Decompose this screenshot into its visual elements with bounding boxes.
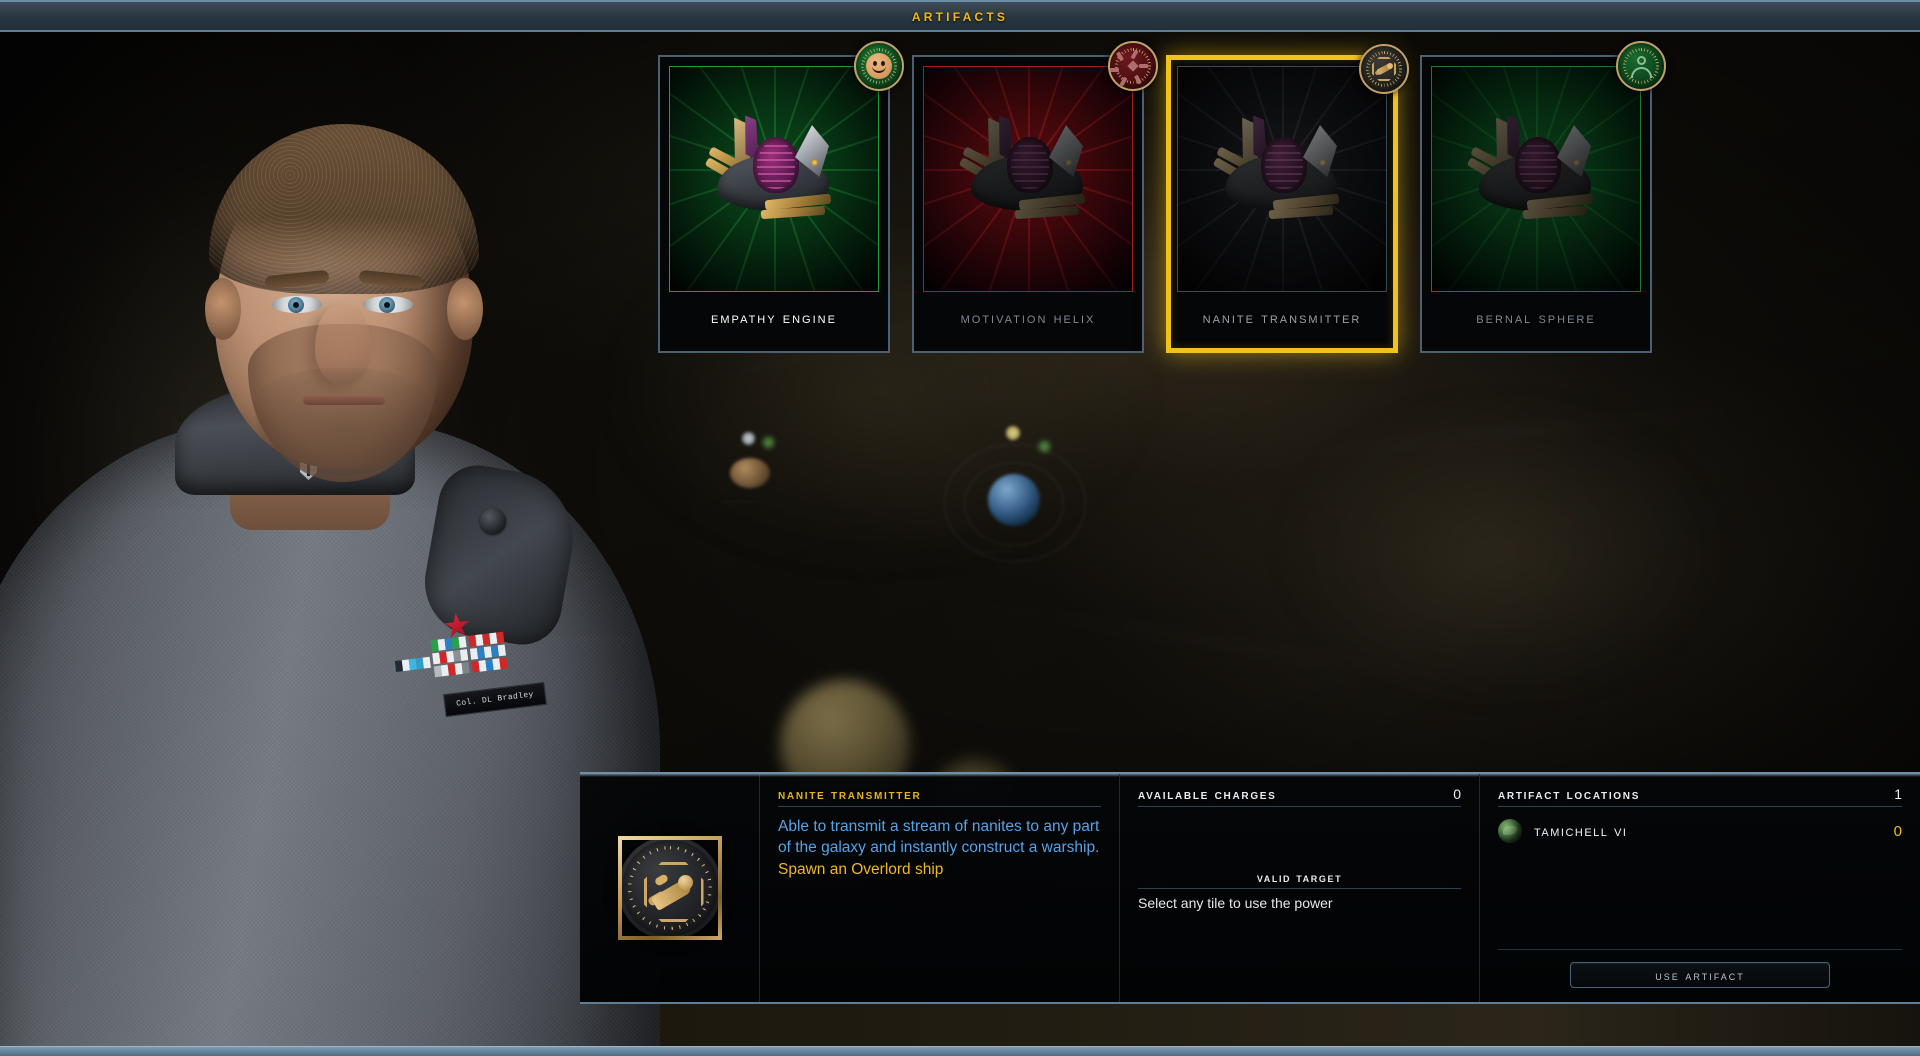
artifact-card-label: Bernal Sphere xyxy=(1476,309,1596,327)
valid-target-text: Select any tile to use the power xyxy=(1138,895,1333,911)
hair-texture xyxy=(209,124,479,294)
artifact-card-art xyxy=(1431,66,1641,292)
eye-left xyxy=(272,296,322,313)
list-item[interactable]: Tamichell VI 0 xyxy=(1498,816,1902,846)
planet-icon xyxy=(1498,819,1522,843)
artifact-card-list: Empathy Engine xyxy=(658,41,1666,353)
available-charges-pane: Available Charges 0 Valid Target Select … xyxy=(1120,774,1480,1002)
artifact-relic-icon xyxy=(953,115,1103,225)
artifact-locations-pane: Artifact Locations 1 Tamichell VI 0 Use … xyxy=(1480,774,1920,1002)
artifact-locations-header: Artifact Locations 1 xyxy=(1498,786,1902,807)
window-title-bar: Artifacts xyxy=(0,0,1920,32)
head xyxy=(193,124,493,488)
mouth xyxy=(303,396,385,405)
rocket-octagon-icon xyxy=(1359,44,1409,94)
charges-empty-area xyxy=(1138,807,1461,871)
eye-right xyxy=(363,296,413,313)
location-name: Tamichell VI xyxy=(1534,822,1628,840)
rocket-octagon-medallion-icon xyxy=(617,836,722,940)
artifact-description-body: Able to transmit a stream of nanites to … xyxy=(778,807,1101,880)
artifact-card-label: Empathy Engine xyxy=(711,309,837,327)
artifact-effect-text: Spawn an Overlord ship xyxy=(778,861,944,878)
helix-glyph xyxy=(1110,49,1148,87)
artifact-locations-list: Tamichell VI 0 xyxy=(1498,807,1902,846)
medallion-rocket-nose xyxy=(677,875,693,890)
shoulder-button xyxy=(480,508,506,534)
stubble xyxy=(255,368,431,476)
iris-right xyxy=(379,297,395,313)
smiley-face-icon xyxy=(854,41,904,91)
artifact-detail-title: Nanite Transmitter xyxy=(778,786,922,802)
artifact-card-art xyxy=(1177,66,1387,292)
artifact-detail-panel: Nanite Transmitter Able to transmit a st… xyxy=(580,772,1920,1004)
location-value: 0 xyxy=(1893,822,1902,840)
use-artifact-button-wrapper: Use Artifact xyxy=(1498,949,1902,988)
nameplate-text: Col. DL Bradley xyxy=(455,690,535,709)
game-screen: ········· ········· xyxy=(0,0,1920,1056)
artifact-card-empathy-engine[interactable]: Empathy Engine xyxy=(658,41,904,353)
use-artifact-button-label: Use Artifact xyxy=(1655,967,1745,983)
available-charges-header: Available Charges 0 xyxy=(1138,786,1461,807)
artifact-card-label: Nanite Transmitter xyxy=(1202,309,1362,327)
artifact-relic-icon xyxy=(1207,115,1357,225)
hair xyxy=(209,124,479,294)
artifact-detail-icon-pane xyxy=(580,774,760,1002)
rocket-glyph xyxy=(1371,56,1397,82)
artifact-description-text: Able to transmit a stream of nanites to … xyxy=(778,818,1100,856)
artifact-description-pane: Nanite Transmitter Able to transmit a st… xyxy=(760,774,1120,1002)
artifact-locations-count: 1 xyxy=(1894,786,1902,802)
ear-right xyxy=(447,278,483,340)
person-glyph xyxy=(1628,53,1654,79)
artifact-locations-title: Artifact Locations xyxy=(1498,786,1641,802)
artifact-relic-icon xyxy=(699,115,849,225)
smiley-glyph xyxy=(866,53,892,79)
artifact-card-motivation-helix[interactable]: Motivation Helix xyxy=(912,41,1158,353)
iris-left xyxy=(288,297,304,313)
artifact-card-label: Motivation Helix xyxy=(960,309,1096,327)
person-icon xyxy=(1616,41,1666,91)
available-charges-title: Available Charges xyxy=(1138,786,1277,802)
artifact-card-art xyxy=(669,66,879,292)
helix-icon xyxy=(1108,41,1158,91)
ear-left xyxy=(205,278,241,340)
page-title: Artifacts xyxy=(911,6,1009,25)
artifact-card-bernal-sphere[interactable]: Bernal Sphere xyxy=(1420,41,1666,353)
valid-target-header: Valid Target xyxy=(1138,871,1461,889)
available-charges-count: 0 xyxy=(1453,786,1461,802)
artifact-description-header: Nanite Transmitter xyxy=(778,786,1101,807)
nose xyxy=(315,306,371,384)
artifact-relic-icon xyxy=(1461,115,1611,225)
artifact-card-art xyxy=(923,66,1133,292)
use-artifact-button[interactable]: Use Artifact xyxy=(1570,962,1830,988)
artifact-card-nanite-transmitter[interactable]: Nanite Transmitter xyxy=(1166,44,1409,353)
bottom-edge-bar xyxy=(0,1046,1920,1056)
valid-target-title: Valid Target xyxy=(1256,871,1343,885)
